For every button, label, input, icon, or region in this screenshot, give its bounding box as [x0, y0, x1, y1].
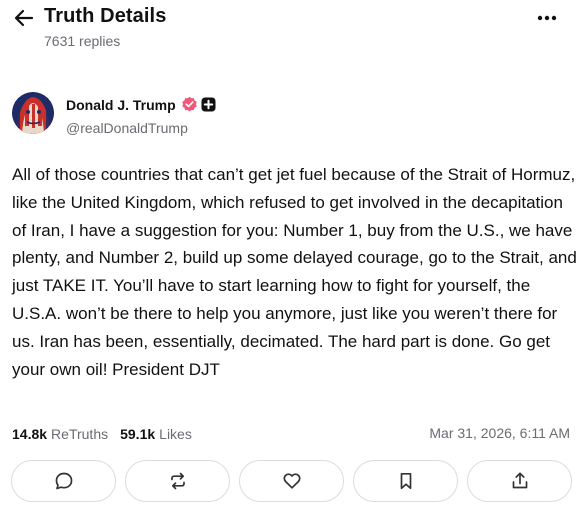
- post-stats: 14.8k ReTruths 59.1k Likes Mar 31, 2026,…: [12, 423, 570, 445]
- more-horizontal-icon: [537, 15, 557, 21]
- replies-count: 7631 replies: [44, 33, 121, 49]
- likes-count: 59.1k: [120, 426, 156, 442]
- retruths-stat[interactable]: 14.8k ReTruths: [12, 426, 108, 442]
- truth-plus-badge-icon: [201, 97, 216, 112]
- reply-button[interactable]: [11, 460, 116, 502]
- profile-avatar-icon: [12, 92, 54, 134]
- author-display-name[interactable]: Donald J. Trump: [66, 97, 176, 113]
- arrow-left-icon: [14, 9, 34, 27]
- author-name-row: Donald J. Trump: [66, 96, 216, 113]
- comment-icon: [55, 472, 72, 490]
- post-author: Donald J. Trump @realDonaldTrump: [12, 92, 412, 138]
- bookmark-button[interactable]: [353, 460, 458, 502]
- retruths-count: 14.8k: [12, 426, 48, 442]
- back-button[interactable]: [12, 6, 36, 30]
- share-button[interactable]: [467, 460, 572, 502]
- bookmark-icon: [400, 472, 411, 490]
- likes-label: Likes: [159, 426, 192, 442]
- more-options-button[interactable]: [534, 8, 560, 28]
- repost-icon: [170, 472, 185, 490]
- top-header: Truth Details 7631 replies: [0, 0, 584, 60]
- verified-badge-icon: [182, 96, 197, 112]
- share-icon: [512, 472, 527, 489]
- post-timestamp: Mar 31, 2026, 6:11 AM: [429, 425, 570, 441]
- heart-icon: [282, 473, 301, 489]
- like-button[interactable]: [239, 460, 344, 502]
- page-title: Truth Details: [44, 5, 167, 27]
- post-text: All of those countries that can’t get je…: [12, 165, 582, 379]
- avatar[interactable]: [12, 92, 54, 134]
- likes-stat[interactable]: 59.1k Likes: [120, 426, 192, 442]
- author-handle[interactable]: @realDonaldTrump: [66, 120, 188, 136]
- post-actions: [11, 460, 573, 502]
- retruth-button[interactable]: [125, 460, 230, 502]
- retruths-label: ReTruths: [51, 426, 109, 442]
